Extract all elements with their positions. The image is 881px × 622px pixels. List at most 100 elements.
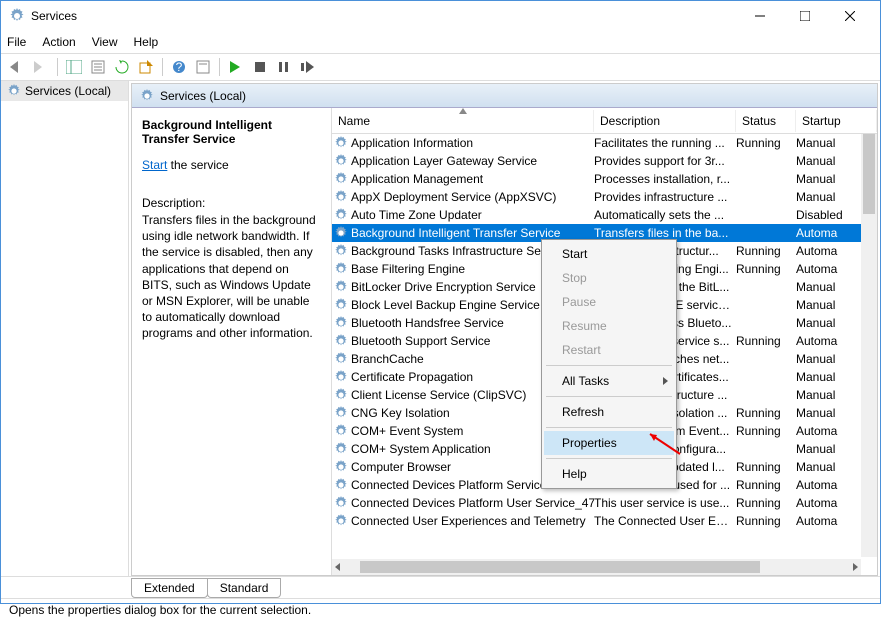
restart-service-button[interactable] [298, 57, 318, 77]
right-pane: Services (Local) Background Intelligent … [131, 83, 878, 576]
context-menu-separator [546, 427, 672, 428]
properties-button[interactable] [88, 57, 108, 77]
toolbar: ? [1, 53, 880, 81]
description-text: Transfers files in the background using … [142, 212, 321, 342]
view-tabs: Extended Standard [1, 576, 880, 598]
menubar: File Action View Help [1, 31, 880, 53]
tab-standard[interactable]: Standard [207, 578, 282, 598]
service-name: Bluetooth Handsfree Service [351, 316, 504, 330]
context-menu-separator [546, 396, 672, 397]
service-name: COM+ System Application [351, 442, 491, 456]
menu-view[interactable]: View [92, 35, 118, 49]
service-name: Application Information [351, 136, 473, 150]
scroll-left-icon[interactable] [332, 561, 344, 573]
service-name: BitLocker Drive Encryption Service [351, 280, 536, 294]
pause-service-button[interactable] [274, 57, 294, 77]
gear-icon [334, 478, 348, 492]
column-status[interactable]: Status [736, 110, 796, 132]
service-status: Running [736, 424, 796, 438]
close-button[interactable] [827, 2, 872, 30]
description-label: Description: [142, 196, 321, 210]
column-startup-label: Startup [802, 114, 841, 128]
service-status: Running [736, 460, 796, 474]
column-description[interactable]: Description [594, 110, 736, 132]
service-name: Certificate Propagation [351, 370, 473, 384]
context-menu-properties[interactable]: Properties [544, 431, 674, 455]
gear-icon [334, 244, 348, 258]
context-menu-separator [546, 458, 672, 459]
service-row[interactable]: Application Management Processes installa… [332, 170, 877, 188]
column-description-label: Description [600, 114, 660, 128]
tree-item-services-local[interactable]: Services (Local) [1, 81, 128, 101]
column-name[interactable]: Name [332, 110, 594, 132]
service-name: Base Filtering Engine [351, 262, 465, 276]
menu-help[interactable]: Help [134, 35, 159, 49]
context-menu-separator [546, 365, 672, 366]
help-button[interactable]: ? [169, 57, 189, 77]
context-menu-help[interactable]: Help [544, 462, 674, 486]
gear-icon [334, 352, 348, 366]
start-service-button[interactable] [226, 57, 246, 77]
service-row[interactable]: Connected Devices Platform User Service_… [332, 494, 877, 512]
scroll-right-icon[interactable] [849, 561, 861, 573]
nav-forward-button[interactable] [31, 57, 51, 77]
context-menu-stop: Stop [544, 266, 674, 290]
gear-icon [334, 172, 348, 186]
gear-icon [334, 406, 348, 420]
service-description: Processes installation, r... [594, 172, 736, 186]
service-row[interactable]: Application InformationFacilitates the r… [332, 134, 877, 152]
statusbar-text: Opens the properties dialog box for the … [9, 603, 311, 617]
gear-icon [334, 514, 348, 528]
gear-icon [334, 298, 348, 312]
properties-icon-button[interactable] [193, 57, 213, 77]
service-description: Provides infrastructure ... [594, 190, 736, 204]
service-name: CNG Key Isolation [351, 406, 450, 420]
service-name: Connected Devices Platform Service [351, 478, 546, 492]
gear-icon [334, 388, 348, 402]
show-hide-console-tree-button[interactable] [64, 57, 84, 77]
gear-icon [334, 208, 348, 222]
context-menu-resume: Resume [544, 314, 674, 338]
gear-icon [334, 316, 348, 330]
column-startup[interactable]: Startup [796, 110, 877, 132]
refresh-button[interactable] [112, 57, 132, 77]
service-row[interactable]: AppX Deployment Service (AppXSVC)Provide… [332, 188, 877, 206]
menu-file[interactable]: File [7, 35, 26, 49]
tab-extended[interactable]: Extended [131, 578, 208, 598]
svg-text:?: ? [176, 60, 183, 74]
context-menu-all-tasks[interactable]: All Tasks [544, 369, 674, 393]
gear-icon [334, 280, 348, 294]
gear-icon [334, 334, 348, 348]
maximize-button[interactable] [782, 2, 827, 30]
minimize-button[interactable] [737, 2, 782, 30]
service-name: Connected User Experiences and Telemetry [351, 514, 586, 528]
gear-icon [334, 370, 348, 384]
hscroll-thumb[interactable] [360, 561, 760, 573]
service-name: Background Intelligent Transfer Service [351, 226, 560, 240]
start-link[interactable]: Start [142, 158, 167, 172]
context-menu-start[interactable]: Start [544, 242, 674, 266]
service-status: Running [736, 406, 796, 420]
service-name: Block Level Backup Engine Service [351, 298, 540, 312]
start-link-suffix: the service [167, 158, 228, 172]
service-status: Running [736, 136, 796, 150]
service-row[interactable]: Application Layer Gateway ServiceProvide… [332, 152, 877, 170]
gear-icon [334, 226, 348, 240]
horizontal-scrollbar[interactable] [332, 559, 861, 575]
scrollbar-thumb[interactable] [863, 134, 875, 214]
pane-header: Services (Local) [132, 84, 877, 108]
export-list-button[interactable] [136, 57, 156, 77]
nav-back-button[interactable] [7, 57, 27, 77]
service-row[interactable]: Auto Time Zone UpdaterAutomatically sets… [332, 206, 877, 224]
menu-action[interactable]: Action [42, 35, 75, 49]
gear-icon [7, 84, 21, 98]
service-name: Application Management [351, 172, 483, 186]
service-status: Running [736, 478, 796, 492]
tree-item-label: Services (Local) [25, 84, 111, 98]
context-menu: StartStopPauseResumeRestartAll TasksRefr… [541, 239, 677, 489]
service-name: Background Tasks Infrastructure Service [351, 244, 566, 258]
stop-service-button[interactable] [250, 57, 270, 77]
context-menu-refresh[interactable]: Refresh [544, 400, 674, 424]
vertical-scrollbar[interactable] [861, 134, 877, 557]
service-row[interactable]: Connected User Experiences and Telemetry… [332, 512, 877, 530]
